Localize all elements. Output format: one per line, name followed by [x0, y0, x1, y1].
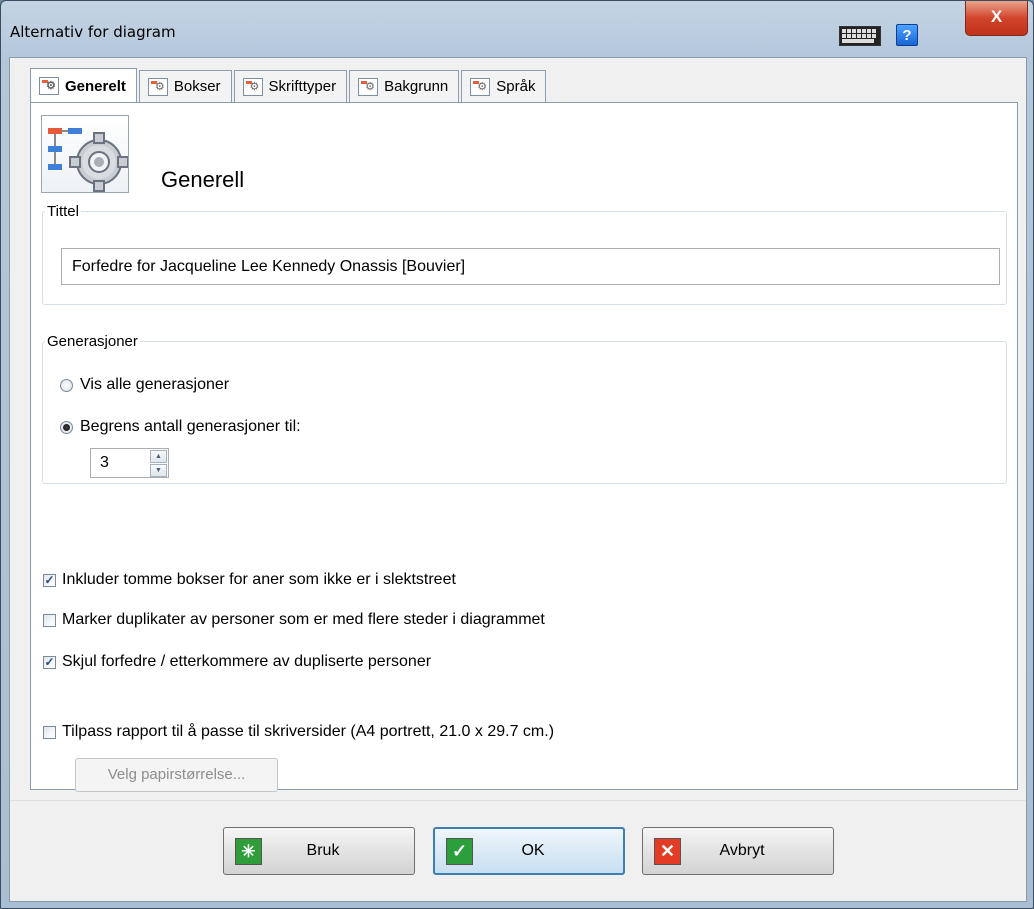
help-icon[interactable]: ? [896, 24, 918, 46]
settings-tab-icon [147, 77, 168, 96]
option-fit-pages[interactable]: Tilpass rapport til å passe til skrivers… [43, 723, 554, 741]
tab-panel-general: Generell Tittel Forfedre for Jacqueline … [30, 102, 1018, 792]
tab-strip: Generelt Bokser Skrifttyper Bakgrunn Spr… [30, 68, 548, 103]
checkbox[interactable]: ✓ [43, 655, 56, 669]
spin-down-icon[interactable]: ▼ [150, 464, 167, 477]
radio-button[interactable] [60, 378, 73, 392]
spin-up-icon[interactable]: ▲ [150, 450, 167, 463]
title-bar[interactable]: Alternativ for diagram ? X [1, 1, 1033, 57]
generations-spinner[interactable]: 3 ▲ ▼ [90, 448, 169, 478]
dialog-window: Alternativ for diagram ? X Generelt Boks… [0, 0, 1034, 909]
checkbox-label: Inkluder tomme bokser for aner som ikke … [62, 571, 456, 588]
checkbox-label: Tilpass rapport til å passe til skrivers… [62, 723, 555, 740]
tab-label: Skrifttyper [268, 78, 337, 95]
footer-divider [10, 800, 1026, 801]
paper-size-button[interactable]: Velg papirstørrelse... [75, 758, 278, 792]
settings-tab-icon [358, 77, 379, 96]
checkbox-label: Marker duplikater av personer som er med… [62, 611, 545, 628]
radio-limit-generations[interactable]: Begrens antall generasjoner til: [60, 418, 301, 436]
generations-group-legend: Generasjoner [47, 333, 138, 350]
title-group: Tittel Forfedre for Jacqueline Lee Kenne… [42, 203, 1007, 305]
diagram-settings-icon [41, 115, 129, 193]
cancel-button[interactable]: ✕ Avbryt [642, 827, 834, 875]
spinner-value[interactable]: 3 [100, 454, 109, 472]
tab-sprak[interactable]: Språk [461, 70, 547, 102]
title-group-legend: Tittel [47, 203, 79, 220]
radio-label: Begrens antall generasjoner til: [80, 418, 301, 435]
generations-group: Generasjoner Vis alle generasjoner Begre… [42, 333, 1007, 484]
checkbox[interactable] [43, 725, 56, 739]
tab-label: Bakgrunn [384, 78, 449, 95]
tab-generelt[interactable]: Generelt [30, 68, 137, 103]
keyboard-icon[interactable] [839, 26, 881, 46]
tab-label: Språk [496, 78, 536, 95]
checkbox[interactable] [43, 613, 56, 627]
checkbox-label: Skjul forfedre / etterkommere av duplise… [62, 653, 432, 670]
panel-heading: Generell [161, 167, 245, 192]
dialog-client-area: Generelt Bokser Skrifttyper Bakgrunn Spr… [9, 57, 1027, 902]
settings-tab-icon [39, 77, 59, 95]
checkbox[interactable]: ✓ [43, 573, 56, 587]
tab-label: Generelt [65, 77, 126, 95]
tab-label: Bokser [173, 78, 221, 95]
close-button[interactable]: X [965, 1, 1028, 36]
cancel-button-label: Avbryt [719, 842, 765, 859]
apply-icon: ✳ [235, 837, 262, 865]
apply-button-label: Bruk [306, 842, 340, 859]
radio-button[interactable] [60, 420, 73, 434]
option-mark-duplicates[interactable]: Marker duplikater av personer som er med… [43, 611, 545, 629]
tab-bakgrunn[interactable]: Bakgrunn [349, 70, 460, 102]
radio-all-generations[interactable]: Vis alle generasjoner [60, 376, 229, 394]
radio-label: Vis alle generasjoner [80, 376, 230, 393]
checkmark-icon: ✓ [446, 837, 473, 865]
title-input[interactable]: Forfedre for Jacqueline Lee Kennedy Onas… [61, 248, 1000, 285]
settings-tab-icon [242, 77, 263, 96]
ok-button-label: OK [521, 842, 545, 859]
option-hide-duplicates[interactable]: ✓ Skjul forfedre / etterkommere av dupli… [43, 653, 431, 671]
window-title: Alternativ for diagram [10, 23, 176, 41]
option-include-empty[interactable]: ✓ Inkluder tomme bokser for aner som ikk… [43, 571, 456, 589]
cancel-icon: ✕ [654, 837, 681, 865]
settings-tab-icon [470, 77, 491, 96]
ok-button[interactable]: ✓ OK [433, 827, 625, 875]
tab-bokser[interactable]: Bokser [138, 70, 232, 102]
tab-skrifttyper[interactable]: Skrifttyper [233, 70, 348, 102]
apply-button[interactable]: ✳ Bruk [223, 827, 415, 875]
